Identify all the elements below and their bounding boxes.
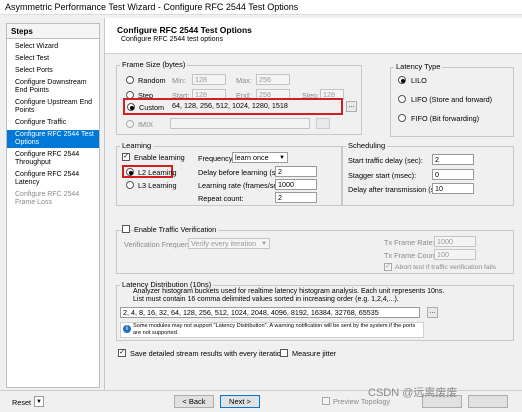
step-item[interactable]: Select Ports <box>7 66 99 76</box>
chevron-down-icon: ▼ <box>261 241 267 247</box>
tx-frame-rate-input[interactable]: 1000 <box>434 236 476 247</box>
steps-panel: Steps Select Wizard Select Test Select Por… <box>6 23 100 388</box>
frequency-label: Frequency: <box>198 154 235 163</box>
next-button[interactable]: Next > <box>220 395 260 408</box>
latency-distribution-description-1: Analyzer histogram buckets used for real… <box>133 288 445 295</box>
min-input[interactable]: 128 <box>192 74 226 85</box>
latency-buckets-ellipsis-button[interactable]: ... <box>427 307 438 318</box>
imix-radio[interactable] <box>126 120 134 128</box>
custom-radio[interactable] <box>127 103 135 111</box>
step-item[interactable]: Configure RFC 2544 Latency <box>7 170 99 188</box>
latency-type-legend: Latency Type <box>394 62 443 71</box>
measure-jitter-label: Measure jitter <box>292 349 337 358</box>
steps-header: Steps <box>7 24 99 39</box>
info-icon: i <box>123 325 131 333</box>
stagger-start-label: Stagger start (msec): <box>348 171 417 180</box>
back-button[interactable]: < Back <box>174 395 214 408</box>
lilo-radio[interactable] <box>398 76 406 84</box>
reset-label: Reset <box>12 398 32 407</box>
custom-ellipsis-button[interactable]: ... <box>346 101 357 112</box>
step-item[interactable]: Configure RFC 2544 Throughput <box>7 150 99 168</box>
latency-warning-text: Some modules may not support "Latency Di… <box>133 323 416 336</box>
tx-frame-rate-label: Tx Frame Rate: <box>384 238 435 247</box>
verification-frequency-value: Verify every iteration <box>191 239 257 248</box>
abort-test-label: Abort test if traffic verification fails <box>395 264 497 271</box>
latency-distribution-description-2: List must contain 16 comma delimited val… <box>133 296 399 303</box>
start-traffic-delay-input[interactable]: 2 <box>432 154 474 165</box>
custom-frame-sizes-input[interactable]: 64, 128, 256, 512, 1024, 1280, 1518 <box>170 101 338 112</box>
repeat-count-input[interactable]: 2 <box>275 192 317 203</box>
reset-select[interactable]: ▼ <box>34 396 44 407</box>
frequency-select-value: learn once <box>235 153 269 162</box>
step-item[interactable]: Select Test <box>7 54 99 64</box>
fifo-radio[interactable] <box>398 114 406 122</box>
title-bar: Asymmetric Performance Test Wizard - Con… <box>0 0 522 15</box>
steps-list: Select Wizard Select Test Select Ports Conf… <box>7 39 99 208</box>
l2-learning-radio[interactable] <box>126 168 134 176</box>
max-label: Max: <box>236 76 252 85</box>
watermark: CSDN @远离废废 <box>368 387 458 399</box>
enable-traffic-verification-checkbox[interactable] <box>122 225 130 233</box>
save-detailed-results-label: Save detailed stream results with every … <box>130 349 285 358</box>
divider <box>104 18 105 390</box>
latency-buckets-input[interactable]: 2, 4, 8, 16, 32, 64, 128, 256, 512, 1024… <box>120 307 420 318</box>
enable-learning-label: Enable learning <box>134 153 185 162</box>
verification-frequency-select[interactable]: Verify every iteration ▼ <box>188 238 270 249</box>
tx-frame-count-input[interactable]: 100 <box>434 249 476 260</box>
imix-label: IMIX <box>138 120 153 129</box>
enable-learning-checkbox[interactable]: ✓ <box>122 153 130 161</box>
abort-test-checkbox[interactable]: ✓ <box>384 263 392 271</box>
custom-label: Custom <box>139 103 165 112</box>
min-label: Min: <box>172 76 186 85</box>
l3-learning-label: L3 Learning <box>138 181 177 190</box>
delay-before-learning-input[interactable]: 2 <box>275 166 317 177</box>
lifo-radio[interactable] <box>398 95 406 103</box>
step-item[interactable]: Configure Upstream End Points <box>7 98 99 116</box>
lifo-label: LIFO (Store and forward) <box>411 95 493 104</box>
learning-legend: Learning <box>120 141 154 150</box>
fifo-label: FIFO (Bit forwarding) <box>411 114 480 123</box>
page-subtitle: Configure RFC 2544 test options <box>121 36 223 43</box>
save-detailed-results-checkbox[interactable]: ✓ <box>118 349 126 357</box>
lilo-label: LILO <box>411 76 427 85</box>
page-header: Configure RFC 2544 Test Options Configur… <box>105 18 522 54</box>
step-item[interactable]: Configure Traffic <box>7 118 99 128</box>
window-title: Asymmetric Performance Test Wizard - Con… <box>5 2 299 12</box>
frequency-select[interactable]: learn once ▼ <box>232 152 288 163</box>
l2-learning-label: L2 Learning <box>138 168 177 177</box>
frame-size-legend: Frame Size (bytes) <box>120 60 188 69</box>
step-item[interactable]: Configure RFC 2544 Test Options <box>7 130 99 148</box>
stagger-start-input[interactable]: 0 <box>432 169 474 180</box>
delay-after-transmission-input[interactable]: 10 <box>432 183 474 194</box>
repeat-count-label: Repeat count: <box>198 194 244 203</box>
imix-select[interactable] <box>170 118 310 129</box>
max-input[interactable]: 256 <box>256 74 290 85</box>
l3-learning-radio[interactable] <box>126 181 134 189</box>
start-traffic-delay-label: Start traffic delay (sec): <box>348 156 423 165</box>
tx-frame-count-label: Tx Frame Count: <box>384 251 439 260</box>
chevron-down-icon: ▼ <box>36 399 42 405</box>
step-item[interactable]: Select Wizard <box>7 42 99 52</box>
measure-jitter-checkbox[interactable] <box>280 349 288 357</box>
scheduling-legend: Scheduling <box>346 141 388 150</box>
random-radio[interactable] <box>126 76 134 84</box>
imix-ellipsis-button[interactable] <box>316 118 330 129</box>
page-title: Configure RFC 2544 Test Options <box>117 25 252 35</box>
chevron-down-icon: ▼ <box>279 155 285 161</box>
step-item[interactable]: Configure RFC 2544 Frame Loss <box>7 190 99 208</box>
enable-traffic-verification-label: Enable Traffic Verification <box>134 225 219 234</box>
random-label: Random <box>138 76 166 85</box>
preview-topology-checkbox[interactable] <box>322 397 330 405</box>
cancel-button[interactable] <box>468 395 508 408</box>
learning-rate-label: Learning rate (frames/sec): <box>198 181 286 190</box>
step-item[interactable]: Configure Downstream End Points <box>7 78 99 96</box>
learning-rate-input[interactable]: 1000 <box>275 179 317 190</box>
